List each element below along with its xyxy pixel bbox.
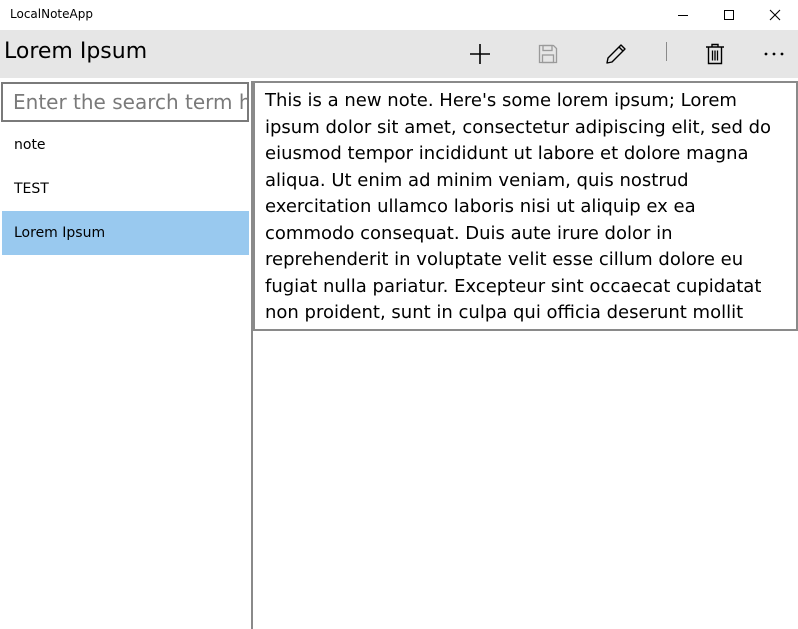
- command-bar: Lorem Ipsum: [0, 30, 798, 78]
- list-item[interactable]: TEST: [2, 167, 249, 211]
- save-icon: [538, 44, 558, 64]
- page-title: Lorem Ipsum: [4, 39, 148, 64]
- app-title: LocalNoteApp: [10, 7, 93, 21]
- plus-icon: [470, 44, 490, 64]
- list-item-selected[interactable]: Lorem Ipsum: [2, 211, 249, 255]
- trash-icon: [706, 43, 724, 65]
- edit-button[interactable]: [592, 30, 640, 78]
- list-item-label: note: [14, 137, 46, 153]
- minimize-button[interactable]: [660, 0, 706, 30]
- title-bar: LocalNoteApp: [0, 0, 798, 30]
- note-content: This is a new note. Here's some lorem ip…: [265, 90, 772, 329]
- pencil-icon: [606, 44, 626, 64]
- close-button[interactable]: [752, 0, 798, 30]
- more-icon: [764, 52, 784, 56]
- list-item-label: Lorem Ipsum: [14, 225, 106, 241]
- list-item-label: TEST: [14, 181, 49, 197]
- command-separator: [666, 42, 667, 61]
- minimize-icon: [678, 15, 688, 16]
- delete-button[interactable]: [691, 30, 739, 78]
- note-list: note TEST Lorem Ipsum: [2, 123, 249, 255]
- notes-pane: note TEST Lorem Ipsum: [0, 81, 253, 629]
- maximize-icon: [724, 10, 734, 20]
- add-note-button[interactable]: [456, 30, 504, 78]
- list-item[interactable]: note: [2, 123, 249, 167]
- save-button[interactable]: [524, 30, 572, 78]
- note-editor[interactable]: This is a new note. Here's some lorem ip…: [253, 81, 798, 331]
- more-button[interactable]: [750, 30, 798, 78]
- close-icon: [769, 9, 781, 21]
- search-input[interactable]: [1, 82, 249, 122]
- maximize-button[interactable]: [706, 0, 752, 30]
